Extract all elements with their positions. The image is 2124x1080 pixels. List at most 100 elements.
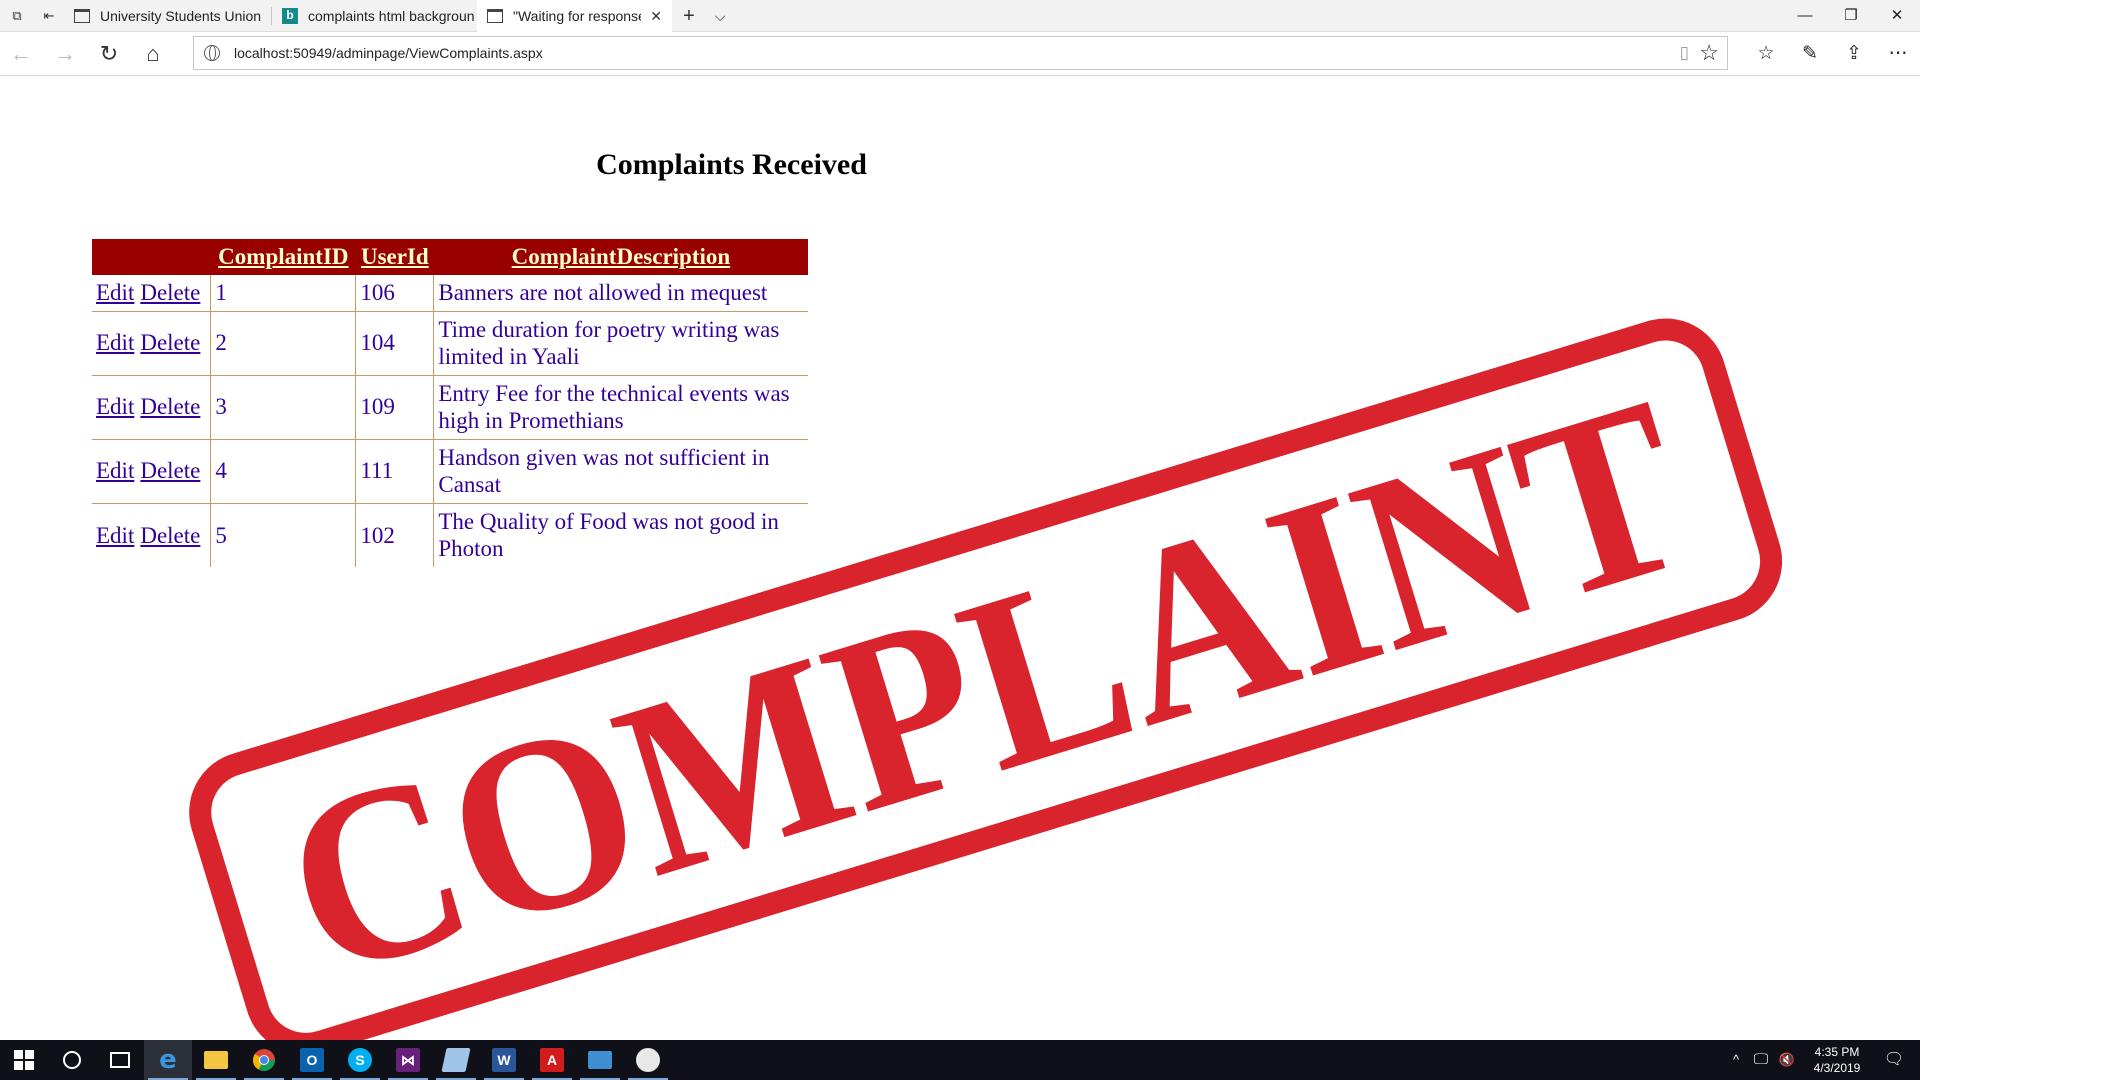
word-taskbar-button[interactable]: W [480,1040,528,1080]
edge-taskbar-button[interactable]: e [144,1040,192,1080]
new-tab-icon[interactable]: + [680,6,698,26]
control-panel-icon [588,1051,612,1069]
browser-toolbar: ← → ↻ ⌂ localhost:50949/adminpage/ViewCo… [0,32,1920,76]
close-window-button[interactable]: ✕ [1874,0,1920,32]
outlook-taskbar-button[interactable]: O [288,1040,336,1080]
tabs-aside-icon[interactable]: ⇤ [40,7,58,25]
page-icon [74,9,90,23]
tab-university-students-union[interactable]: University Students Union [64,0,270,32]
user-id-cell: 109 [355,375,435,440]
cortana-search-button[interactable] [48,1040,96,1080]
task-view-icon [110,1052,130,1068]
reading-view-icon[interactable]: ▯ [1680,43,1689,63]
tab-waiting-for-response[interactable]: "Waiting for response fr ✕ [477,0,672,32]
visual-studio-icon: ⋈ [396,1048,420,1072]
close-tab-icon[interactable]: ✕ [650,8,662,25]
table-row: Edit Delete 5 102 The Quality of Food was… [92,503,808,567]
network-icon[interactable]: 🖵 [1750,1040,1772,1080]
delete-link[interactable]: Delete [140,523,200,548]
restore-button[interactable]: ❐ [1828,0,1874,32]
page-icon [487,9,503,23]
tab-title: "Waiting for response fr [513,8,641,24]
table-row: Edit Delete 4 111 Handson given was not s… [92,439,808,504]
windows-taskbar: e O S ⋈ W A ^ 🖵 🔇 4:35 PM 4/3/2019 🗨 [0,1040,1920,1080]
share-icon[interactable]: ⇪ [1840,41,1868,67]
skype-icon: S [348,1048,372,1072]
edit-link[interactable]: Edit [96,523,134,548]
volume-muted-icon[interactable]: 🔇 [1776,1040,1798,1080]
skype-taskbar-button[interactable]: S [336,1040,384,1080]
complaints-grid: ComplaintID UserId ComplaintDescription … [92,239,808,567]
forward-arrow-icon[interactable]: → [52,41,78,67]
action-center-icon[interactable]: 🗨 [1874,1040,1914,1080]
row-actions: Edit Delete [92,275,212,312]
description-header: ComplaintDescription [433,239,808,275]
outlook-icon: O [300,1048,324,1072]
favorites-hub-icon[interactable]: ☆ [1752,41,1780,67]
notepad-icon [441,1048,471,1072]
edit-link[interactable]: Edit [96,458,134,483]
complaint-id-cell: 3 [210,375,357,440]
row-actions: Edit Delete [92,439,212,504]
description-cell: The Quality of Food was not good in Phot… [433,503,808,567]
sort-description-link[interactable]: ComplaintDescription [512,244,731,269]
edge-icon: e [159,1045,177,1075]
user-id-cell: 111 [355,439,435,504]
acrobat-taskbar-button[interactable]: A [528,1040,576,1080]
tab-title: University Students Union [100,8,262,24]
word-icon: W [492,1048,516,1072]
chrome-icon [253,1049,275,1071]
delete-link[interactable]: Delete [140,394,200,419]
actions-header [92,239,211,275]
favorite-star-icon[interactable]: ☆ [1699,40,1719,66]
task-view-button[interactable] [96,1040,144,1080]
home-icon[interactable]: ⌂ [140,41,166,67]
delete-link[interactable]: Delete [140,280,200,305]
complaint-id-cell: 1 [210,275,357,312]
chrome-taskbar-button[interactable] [240,1040,288,1080]
description-cell: Banners are not allowed in mequest [433,275,808,312]
windows-start-icon [14,1050,34,1070]
file-explorer-taskbar-button[interactable] [192,1040,240,1080]
show-hidden-icons-chevron-up-icon[interactable]: ^ [1726,1040,1746,1080]
edit-link[interactable]: Edit [96,280,134,305]
control-panel-taskbar-button[interactable] [576,1040,624,1080]
visual-studio-taskbar-button[interactable]: ⋈ [384,1040,432,1080]
clock-date: 4/3/2019 [1813,1061,1861,1075]
tab-complaints-html-background[interactable]: b complaints html backgroun [272,0,476,32]
delete-link[interactable]: Delete [140,330,200,355]
complaint-id-cell: 4 [210,439,357,504]
complaint-id-header: ComplaintID [210,239,356,275]
row-actions: Edit Delete [92,311,212,376]
minimize-button[interactable]: — [1782,0,1828,32]
back-arrow-icon[interactable]: ← [8,41,34,67]
user-id-cell: 106 [355,275,435,312]
edit-link[interactable]: Edit [96,330,134,355]
row-actions: Edit Delete [92,375,212,440]
user-id-cell: 104 [355,311,435,376]
table-row: Edit Delete 1 106 Banners are not allowed… [92,275,808,312]
description-cell: Time duration for poetry writing was lim… [433,311,808,376]
delete-link[interactable]: Delete [140,458,200,483]
tab-list-chevron-down-icon[interactable]: ⌵ [711,7,729,25]
globe-icon [204,45,220,61]
edit-link[interactable]: Edit [96,394,134,419]
sort-complaint-id-link[interactable]: ComplaintID [218,244,348,269]
sort-user-id-link[interactable]: UserId [361,244,429,269]
notepad-taskbar-button[interactable] [432,1040,480,1080]
start-button[interactable] [0,1040,48,1080]
refresh-icon[interactable]: ↻ [96,41,122,67]
pen-notes-icon[interactable]: ✎ [1796,41,1824,67]
system-clock[interactable]: 4:35 PM 4/3/2019 [1802,1044,1872,1076]
address-bar[interactable]: localhost:50949/adminpage/ViewComplaints… [193,36,1728,70]
row-actions: Edit Delete [92,503,212,567]
clock-time: 4:35 PM [1814,1045,1860,1059]
paint-taskbar-button[interactable] [624,1040,672,1080]
complaint-id-cell: 5 [210,503,357,567]
description-cell: Entry Fee for the technical events was h… [433,375,808,440]
paint-icon [636,1048,660,1072]
more-menu-icon[interactable]: ⋯ [1884,41,1912,67]
web-page: COMPLAINT Complaints Received ComplaintI… [0,77,1920,1040]
url-text[interactable]: localhost:50949/adminpage/ViewComplaints… [234,45,543,61]
set-aside-tabs-icon[interactable]: ⧉ [8,7,26,25]
